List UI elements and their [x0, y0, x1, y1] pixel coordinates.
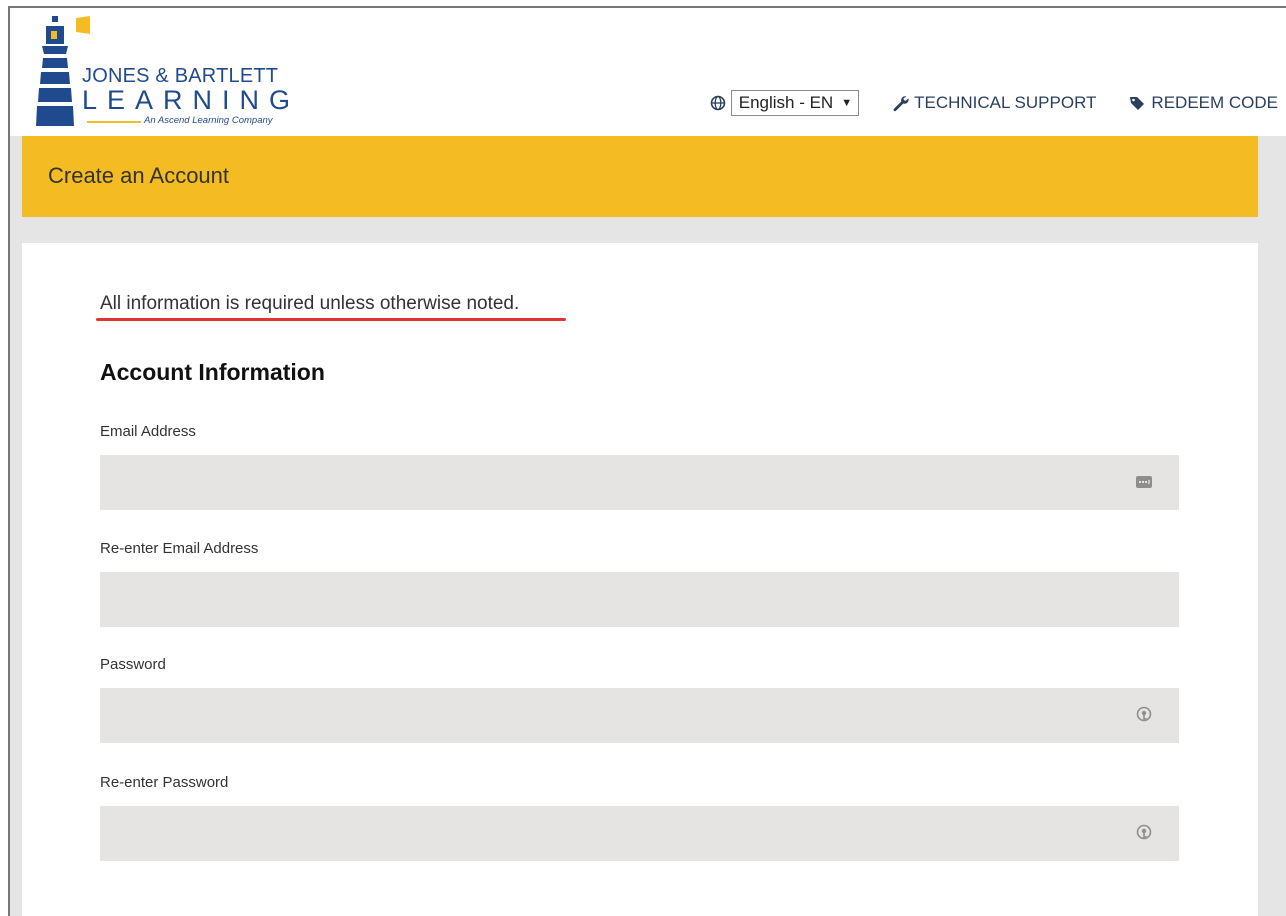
- required-note-underline: [96, 318, 566, 321]
- reenter-password-field[interactable]: [100, 806, 1179, 861]
- form-panel: All information is required unless other…: [22, 243, 1258, 916]
- technical-support-link[interactable]: TECHNICAL SUPPORT: [891, 93, 1096, 113]
- logo-rule: [87, 121, 141, 123]
- redeem-code-label: REDEEM CODE: [1151, 93, 1278, 112]
- site-header: JONES & BARTLETT LEARNING An Ascend Lear…: [10, 8, 1286, 136]
- reenter-email-label: Re-enter Email Address: [100, 540, 259, 557]
- redeem-code-link[interactable]: REDEEM CODE: [1128, 93, 1278, 113]
- password-key-icon[interactable]: [1135, 706, 1153, 724]
- section-title: Account Information: [100, 359, 325, 385]
- email-field[interactable]: [100, 455, 1179, 510]
- jones-bartlett-logo[interactable]: JONES & BARTLETT LEARNING An Ascend Lear…: [32, 14, 292, 132]
- language-selector: English - EN ▼: [710, 90, 860, 116]
- reenter-password-label: Re-enter Password: [100, 774, 229, 791]
- password-label: Password: [100, 656, 166, 673]
- language-dropdown[interactable]: English - EN ▼: [730, 90, 860, 116]
- technical-support-label: TECHNICAL SUPPORT: [914, 93, 1097, 112]
- reenter-email-field[interactable]: [100, 572, 1179, 627]
- header-nav: English - EN ▼ TECHNICAL SUPPORT REDEEM …: [710, 90, 1278, 116]
- wrench-icon: [893, 96, 909, 112]
- page-banner: Create an Account: [22, 136, 1258, 217]
- globe-icon: [710, 95, 726, 111]
- password-field[interactable]: [100, 688, 1179, 743]
- email-label: Email Address: [100, 423, 196, 440]
- tag-icon: [1130, 97, 1145, 110]
- logo-tagline: An Ascend Learning Company: [144, 115, 273, 126]
- password-key-icon[interactable]: [1135, 824, 1153, 842]
- language-dropdown-value: English - EN: [738, 93, 834, 112]
- logo-text-line2: LEARNING: [82, 85, 301, 115]
- required-note: All information is required unless other…: [100, 293, 520, 314]
- autofill-dots-icon[interactable]: [1135, 473, 1153, 491]
- page-title: Create an Account: [48, 163, 230, 188]
- dropdown-caret-icon: ▼: [841, 97, 853, 109]
